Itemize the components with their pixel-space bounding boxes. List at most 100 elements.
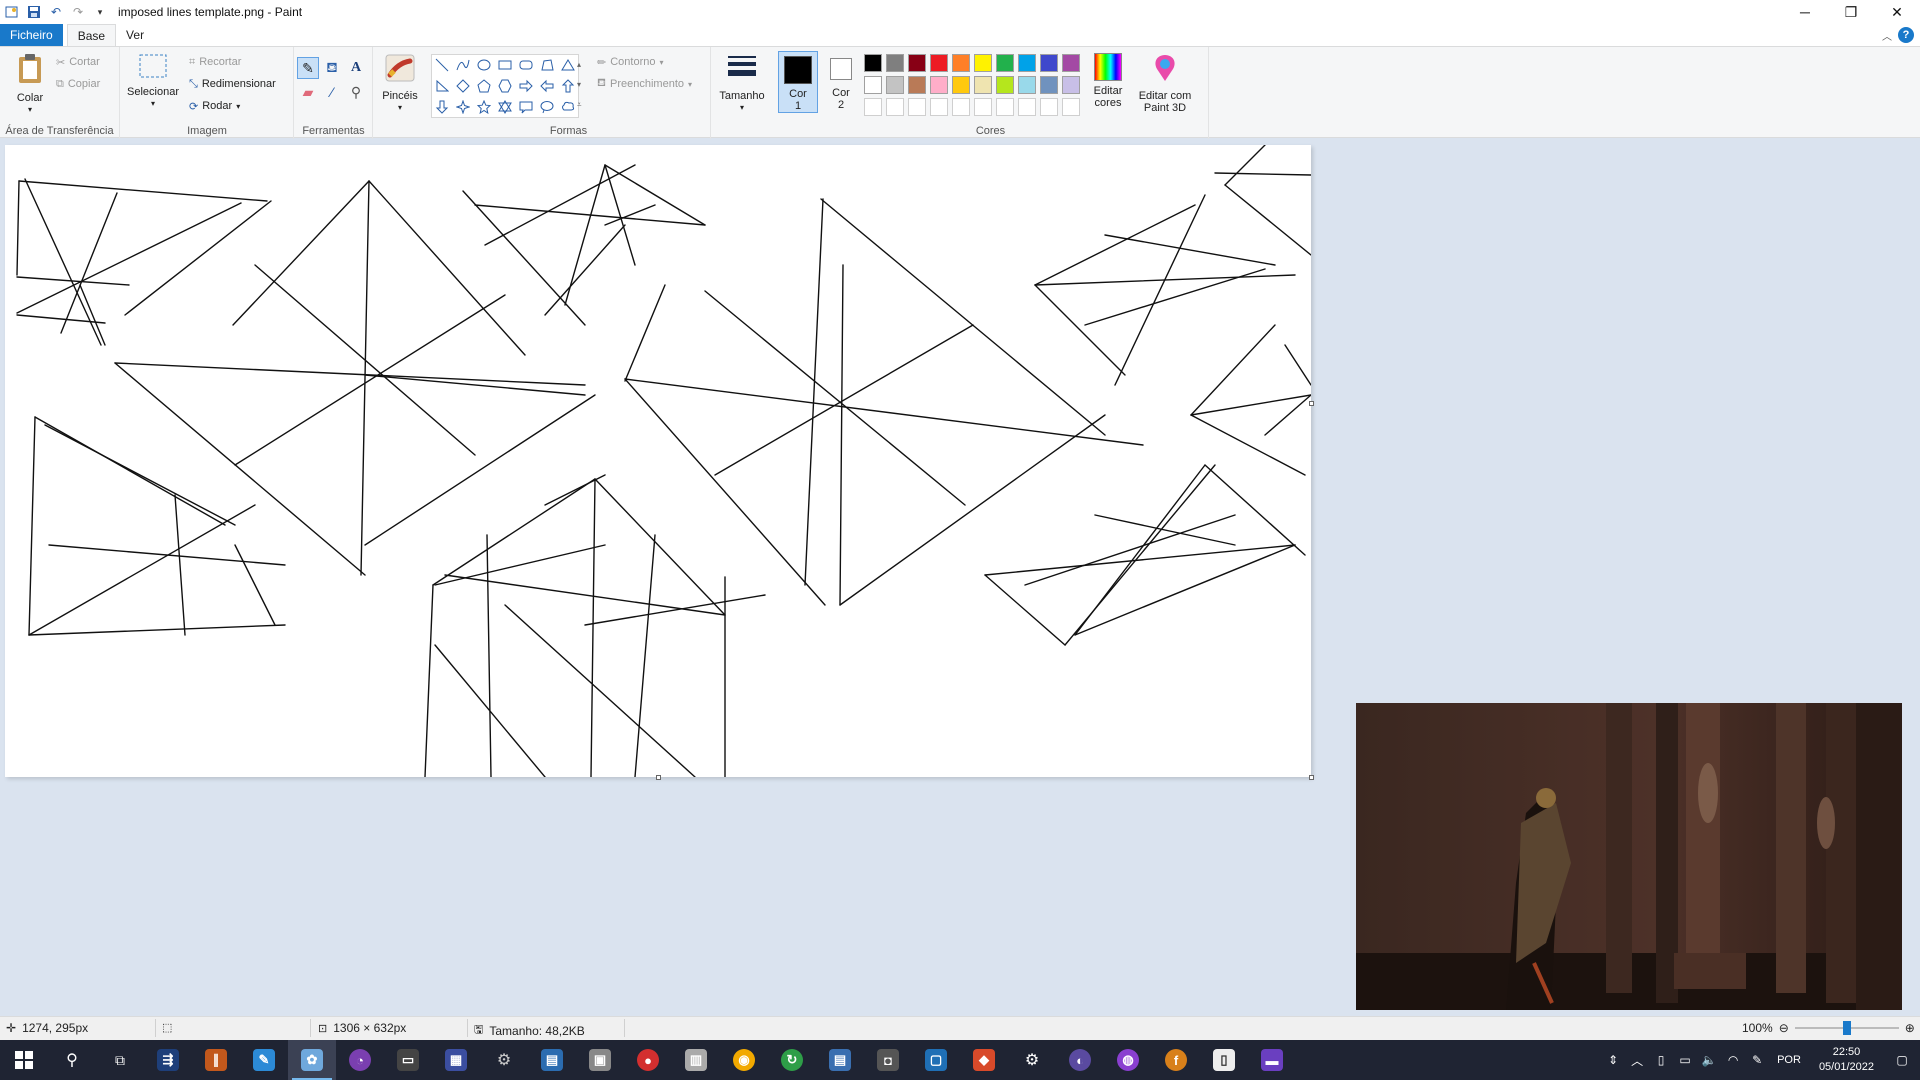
right-arrow-shape-icon[interactable] (516, 76, 536, 96)
cut-button[interactable]: ✂ Cortar (56, 53, 100, 71)
brushes-button[interactable]: Pincéis ▾ (378, 53, 422, 114)
rotate-button[interactable]: ⟳ Rodar ▾ (189, 97, 240, 115)
task-view-icon[interactable]: ⧉ (96, 1040, 144, 1080)
taskbar-app-2-icon[interactable]: ∥ (192, 1040, 240, 1080)
color-picker-icon[interactable]: ⁄ (321, 81, 343, 103)
eraser-icon[interactable]: ▰ (297, 81, 319, 103)
edit-colors-button[interactable]: Editar cores (1086, 53, 1130, 109)
help-icon[interactable]: ? (1898, 27, 1914, 43)
taskbar-app-10-icon[interactable]: ↻ (768, 1040, 816, 1080)
pen-icon[interactable]: ✎ (1745, 1053, 1769, 1067)
shapes-scroll-icon[interactable]: ▴ ▾ ⩡ (577, 55, 582, 115)
zoom-out-icon[interactable]: ⊖ (1779, 1021, 1789, 1035)
undo-icon[interactable]: ↶ (48, 4, 64, 20)
taskbar-app-9-icon[interactable]: ▥ (672, 1040, 720, 1080)
palette-swatch[interactable] (974, 98, 992, 116)
size-button[interactable]: Tamanho ▾ (716, 53, 768, 114)
taskbar-github-icon[interactable]: ◍ (1104, 1040, 1152, 1080)
palette-swatch[interactable] (1062, 54, 1080, 72)
palette-swatch[interactable] (1018, 76, 1036, 94)
tray-phone-icon[interactable]: ▯ (1649, 1053, 1673, 1067)
restore-button[interactable]: ❐ (1828, 0, 1874, 24)
taskbar-paint-icon[interactable]: ✿ (288, 1040, 336, 1080)
hexagon-shape-icon[interactable] (495, 76, 515, 96)
palette-swatch[interactable] (908, 76, 926, 94)
volume-icon[interactable]: 🔈 (1697, 1053, 1721, 1067)
palette-swatch[interactable] (952, 98, 970, 116)
palette-swatch[interactable] (952, 76, 970, 94)
palette-swatch[interactable] (1040, 98, 1058, 116)
magnifier-icon[interactable]: ⚲ (345, 81, 367, 103)
diamond-shape-icon[interactable] (453, 76, 473, 96)
six-point-star-icon[interactable] (495, 97, 515, 117)
color1-button[interactable]: Cor 1 (778, 51, 818, 113)
oval-callout-icon[interactable] (537, 97, 557, 117)
taskbar-app-4-icon[interactable]: ◔ (336, 1040, 384, 1080)
taskbar-app-11-icon[interactable]: ▤ (816, 1040, 864, 1080)
crop-button[interactable]: ⌗ Recortar (189, 53, 241, 71)
palette-swatch[interactable] (996, 98, 1014, 116)
minimize-button[interactable]: ─ (1782, 0, 1828, 24)
clock[interactable]: 22:50 05/01/2022 (1809, 1045, 1884, 1075)
pentagon-shape-icon[interactable] (474, 76, 494, 96)
close-button[interactable]: ✕ (1874, 0, 1920, 24)
palette-swatch[interactable] (996, 54, 1014, 72)
taskbar-app-6-icon[interactable]: ▦ (432, 1040, 480, 1080)
palette-swatch[interactable] (886, 54, 904, 72)
taskbar-app-15-icon[interactable]: f (1152, 1040, 1200, 1080)
taskbar-whiteboard-icon[interactable]: ✎ (240, 1040, 288, 1080)
tab-home[interactable]: Base (66, 24, 117, 46)
resize-button[interactable]: ⤡ Redimensionar (189, 75, 276, 93)
left-arrow-shape-icon[interactable] (537, 76, 557, 96)
text-icon[interactable]: A (345, 57, 367, 79)
triangle-shape-icon[interactable] (558, 55, 578, 75)
collapse-ribbon-icon[interactable]: ︿ (1882, 28, 1892, 43)
palette-swatch[interactable] (930, 76, 948, 94)
resize-handle-corner[interactable] (1309, 775, 1314, 780)
search-icon[interactable]: ⚲ (48, 1040, 96, 1080)
start-button[interactable] (0, 1040, 48, 1080)
redo-icon[interactable]: ↷ (70, 4, 86, 20)
palette-swatch[interactable] (1040, 54, 1058, 72)
resize-handle-bottom[interactable] (656, 775, 661, 780)
taskbar-tomato-icon[interactable]: ● (624, 1040, 672, 1080)
palette-swatch[interactable] (1040, 76, 1058, 94)
taskbar-app-8-icon[interactable]: ▣ (576, 1040, 624, 1080)
palette-swatch[interactable] (930, 98, 948, 116)
palette-swatch[interactable] (952, 54, 970, 72)
select-button[interactable]: Selecionar ▾ (127, 53, 179, 110)
zoom-slider-thumb[interactable] (1842, 1021, 1851, 1035)
four-point-star-icon[interactable] (453, 97, 473, 117)
tab-view[interactable]: Ver (116, 24, 154, 46)
rect-callout-icon[interactable] (516, 97, 536, 117)
five-point-star-icon[interactable] (474, 97, 494, 117)
taskbar-app-5-icon[interactable]: ▭ (384, 1040, 432, 1080)
palette-swatch[interactable] (886, 76, 904, 94)
canvas-workspace[interactable] (0, 139, 1920, 1017)
palette-swatch[interactable] (1062, 98, 1080, 116)
resize-handle-right[interactable] (1309, 401, 1314, 406)
taskbar-app-14-icon[interactable]: ◐ (1056, 1040, 1104, 1080)
copy-button[interactable]: ⧉ Copiar (56, 75, 100, 93)
cloud-callout-icon[interactable] (558, 97, 578, 117)
outline-button[interactable]: ✏ Contorno ▾ (597, 53, 664, 71)
taskbar-settings-gear-icon[interactable]: ⚙ (480, 1040, 528, 1080)
tray-scroll-icon[interactable]: ⇕ (1601, 1053, 1625, 1067)
palette-swatch[interactable] (908, 98, 926, 116)
palette-swatch[interactable] (974, 54, 992, 72)
taskbar-app-7-icon[interactable]: ▤ (528, 1040, 576, 1080)
rectangle-shape-icon[interactable] (495, 55, 515, 75)
palette-swatch[interactable] (886, 98, 904, 116)
edit-paint3d-button[interactable]: Editar com Paint 3D (1134, 53, 1196, 114)
save-icon[interactable] (26, 4, 42, 20)
palette-swatch[interactable] (1018, 98, 1036, 116)
color2-button[interactable]: Cor 2 (821, 51, 861, 113)
notifications-icon[interactable]: ▢ (1884, 1053, 1920, 1067)
language-indicator[interactable]: POR (1769, 1054, 1809, 1066)
curve-shape-icon[interactable] (453, 55, 473, 75)
taskbar-app-12-icon[interactable]: ▢ (912, 1040, 960, 1080)
fill-button[interactable]: ⛾ Preenchimento ▾ (597, 75, 692, 93)
palette-swatch[interactable] (864, 54, 882, 72)
taskbar-app-1-icon[interactable]: ⇶ (144, 1040, 192, 1080)
pencil-icon[interactable]: ✎ (297, 57, 319, 79)
